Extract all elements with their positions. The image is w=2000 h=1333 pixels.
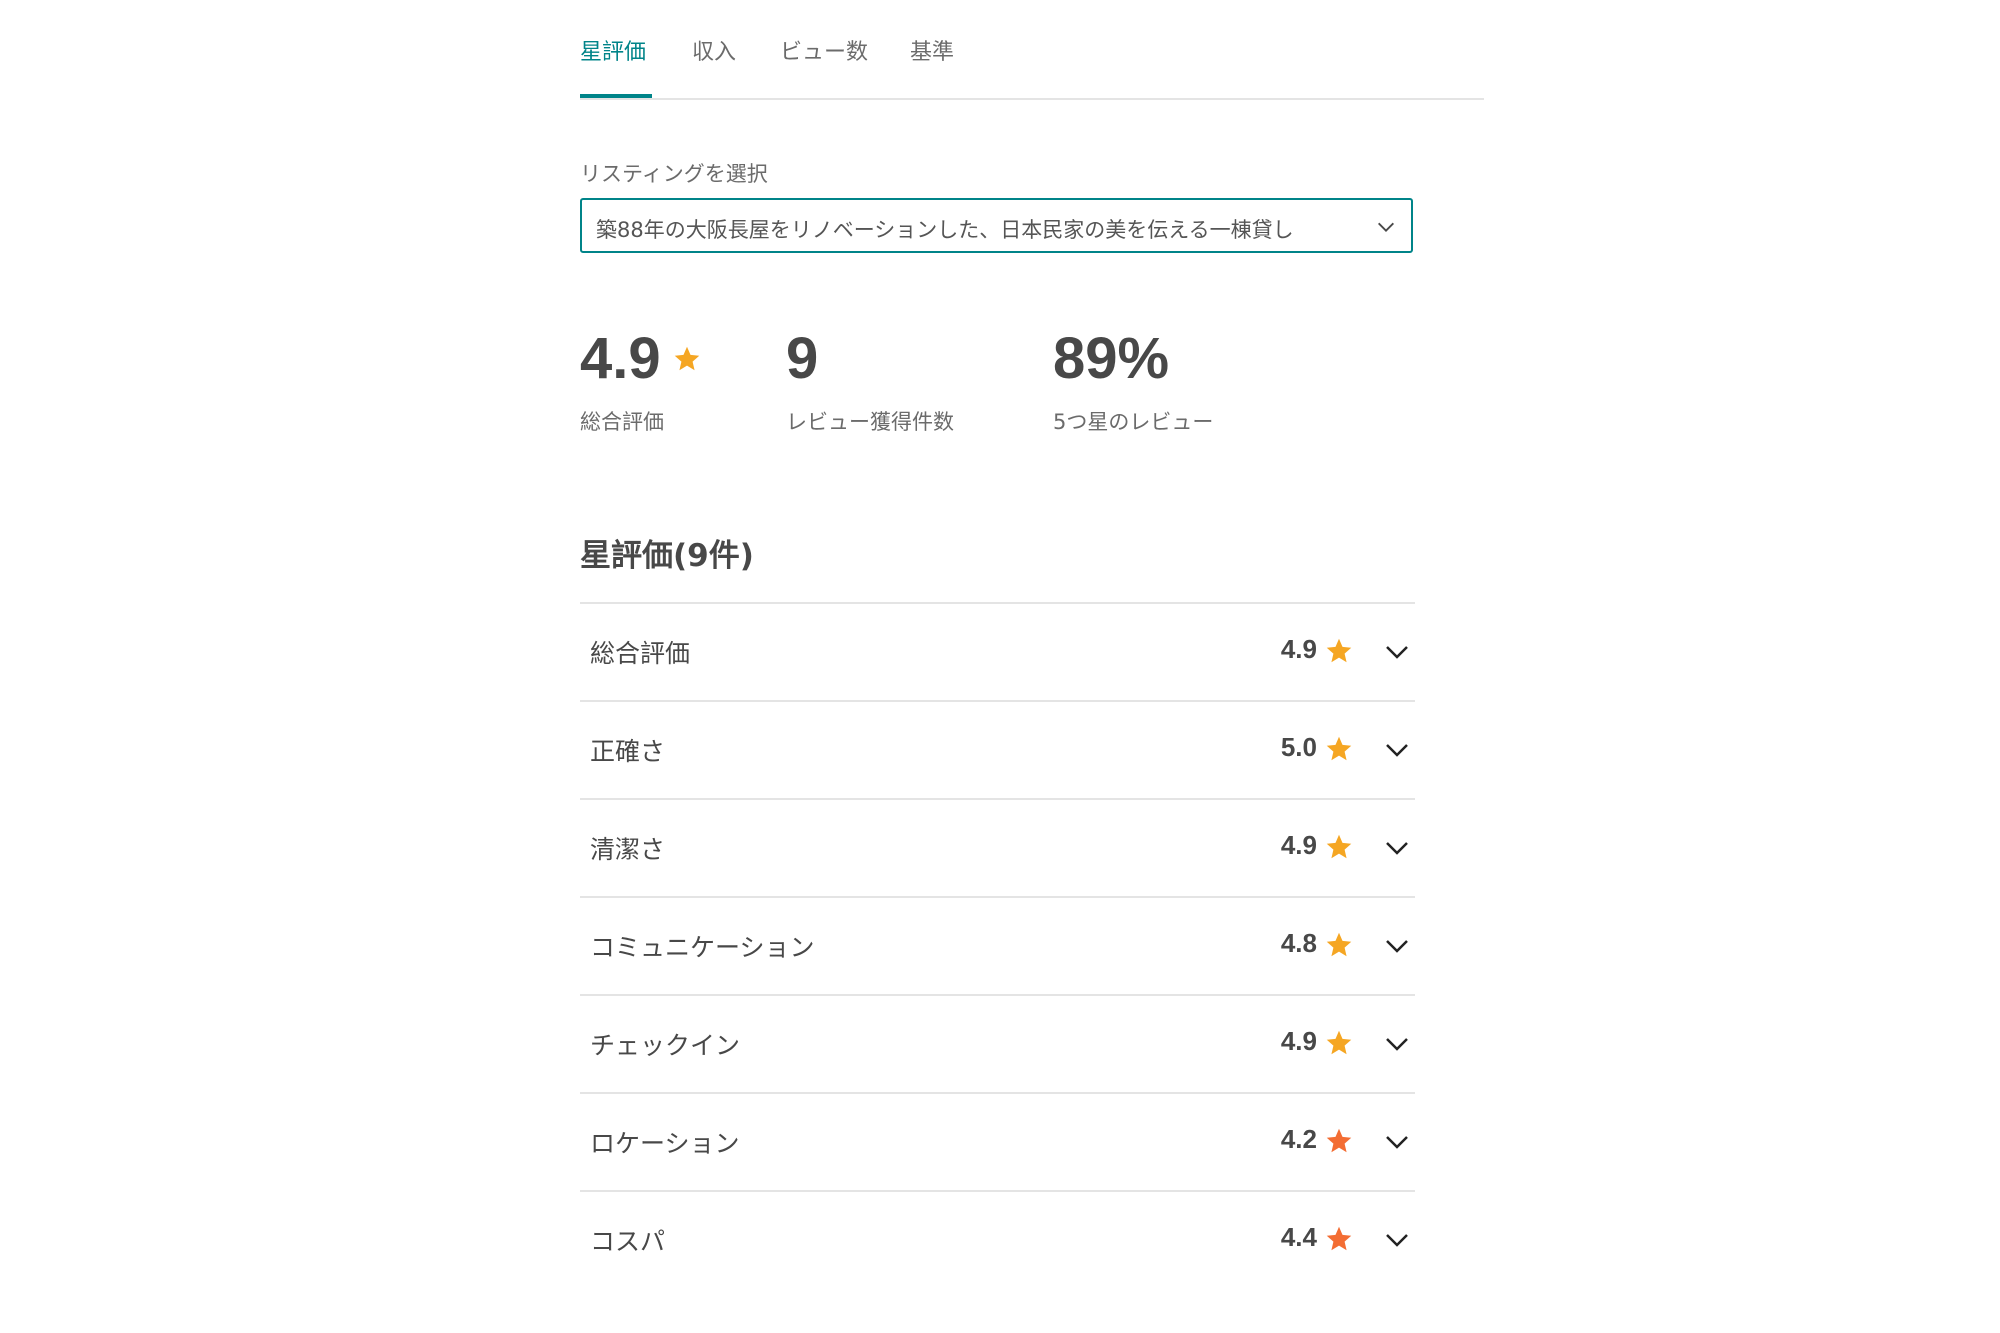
rating-row-value[interactable]: コスパ 4.4 <box>580 1190 1415 1288</box>
five-star-stat: 89% 5つ星のレビュー <box>1053 330 1213 436</box>
rating-score: 4.4 <box>1280 1222 1317 1252</box>
star-icon <box>1326 1226 1352 1251</box>
chevron-down-icon[interactable] <box>1383 934 1411 958</box>
chevron-down-icon[interactable] <box>1383 1032 1411 1056</box>
rating-name: 清潔さ <box>590 835 666 864</box>
rating-name: コスパ <box>590 1227 666 1256</box>
star-icon <box>1326 1030 1352 1055</box>
rating-row-accuracy[interactable]: 正確さ 5.0 <box>580 700 1415 798</box>
star-icon <box>674 346 699 371</box>
rating-row-cleanliness[interactable]: 清潔さ 4.9 <box>580 798 1415 896</box>
chevron-down-icon[interactable] <box>1383 738 1411 762</box>
tab-earnings[interactable]: 収入 <box>692 34 736 66</box>
tab-views[interactable]: ビュー数 <box>780 34 868 66</box>
active-tab-indicator <box>580 94 652 98</box>
star-icon <box>1326 932 1352 957</box>
rating-row-location[interactable]: ロケーション 4.2 <box>580 1092 1415 1190</box>
chevron-down-icon[interactable] <box>1383 836 1411 860</box>
rating-score: 4.9 <box>1280 1026 1317 1056</box>
tab-standards[interactable]: 基準 <box>910 34 954 66</box>
rating-name: チェックイン <box>590 1031 741 1060</box>
rating-name: コミュニケーション <box>590 933 815 962</box>
star-icon <box>1326 834 1352 859</box>
section-title: 星評価(9件) <box>580 538 754 574</box>
listing-select-value: 築88年の大阪長屋をリノベーションした、日本民家の美を伝える一棟貸し <box>596 218 1294 242</box>
five-star-label: 5つ星のレビュー <box>1053 410 1214 434</box>
star-icon <box>1326 1128 1352 1153</box>
tab-bar: 星評価 収入 ビュー数 基準 <box>580 0 1484 100</box>
rating-score: 4.9 <box>1280 830 1317 860</box>
overall-rating-stat: 4.9 総合評価 <box>580 330 701 436</box>
star-icon <box>1326 638 1352 663</box>
rating-score: 4.8 <box>1280 928 1317 958</box>
chevron-down-icon[interactable] <box>1383 1228 1411 1252</box>
listing-select-label: リスティングを選択 <box>580 162 768 186</box>
star-icon <box>1326 736 1352 761</box>
rating-list: 総合評価 4.9 正確さ 5.0 清潔さ 4.9 コミュニケーション 4.8 チ… <box>580 602 1415 1288</box>
chevron-down-icon <box>1378 222 1394 232</box>
review-count-label: レビュー獲得件数 <box>786 410 954 434</box>
tab-star-ratings[interactable]: 星評価 <box>580 34 646 66</box>
listing-select[interactable]: 築88年の大阪長屋をリノベーションした、日本民家の美を伝える一棟貸し <box>580 198 1413 253</box>
overall-rating-value: 4.9 <box>580 326 661 391</box>
rating-score: 4.2 <box>1280 1124 1317 1154</box>
rating-row-communication[interactable]: コミュニケーション 4.8 <box>580 896 1415 994</box>
chevron-down-icon[interactable] <box>1383 640 1411 664</box>
rating-score: 5.0 <box>1280 732 1317 762</box>
five-star-value: 89% <box>1053 326 1170 391</box>
rating-name: 総合評価 <box>590 639 691 668</box>
overall-rating-label: 総合評価 <box>580 410 664 434</box>
rating-name: 正確さ <box>590 737 666 766</box>
rating-row-checkin[interactable]: チェックイン 4.9 <box>580 994 1415 1092</box>
rating-name: ロケーション <box>590 1129 740 1158</box>
chevron-down-icon[interactable] <box>1383 1130 1411 1154</box>
review-count-stat: 9 レビュー獲得件数 <box>786 330 954 436</box>
review-count-value: 9 <box>786 326 819 391</box>
rating-row-overall[interactable]: 総合評価 4.9 <box>580 602 1415 700</box>
rating-score: 4.9 <box>1280 634 1317 664</box>
